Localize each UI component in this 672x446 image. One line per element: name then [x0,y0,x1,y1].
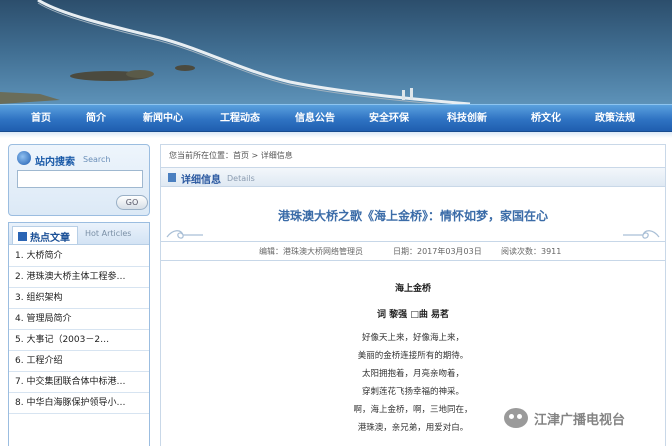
detail-header: 详细信息 Details [161,167,665,187]
breadcrumb-prefix: 您当前所在位置： [169,151,233,160]
hot-articles-header: 热点文章 Hot Articles [9,223,149,245]
nav-item-news[interactable]: 新闻中心 [143,105,183,132]
header-banner [0,0,672,104]
hot-article-item[interactable]: 8. 中华白海豚保护领导小… [9,393,149,414]
poem-title: 海上金桥 [394,284,431,294]
main-nav: 首页 简介 新闻中心 工程动态 信息公告 安全环保 科技创新 桥文化 政策法规 [0,104,672,132]
bridge-photo [0,0,672,104]
article-editor: 编辑：港珠澳大桥网络管理员 [259,247,363,256]
nav-item-intro[interactable]: 简介 [86,105,106,132]
poem-line: 穿刺莲花飞扬幸福的神采。 [361,387,464,397]
detail-title-en: Details [227,174,255,183]
nav-item-culture[interactable]: 桥文化 [531,105,561,132]
search-title-en: Search [83,155,111,164]
hot-article-item[interactable]: 4. 管理局简介 [9,309,149,330]
ornament-left-icon [166,230,203,239]
hot-article-item[interactable]: 1. 大桥简介 [9,246,149,267]
nav-item-announcements[interactable]: 信息公告 [295,105,335,132]
search-title: 站内搜索 [35,157,75,168]
breadcrumb-separator: > [251,151,259,160]
nav-shadow [0,132,672,138]
nav-item-safety[interactable]: 安全环保 [369,105,409,132]
search-panel: 站内搜索 Search GO [8,144,150,216]
hot-articles-title-en: Hot Articles [85,229,132,238]
ornament-right-icon [623,230,660,239]
hot-article-item[interactable]: 6. 工程介绍 [9,351,149,372]
detail-title: 详细信息 [181,175,221,186]
watermark-text: 江津广播电视台 [534,413,626,428]
article-title: 港珠澳大桥之歌《海上金桥》：情怀如梦，家国在心 [277,209,548,223]
article-date: 日期：2017年03月03日 [393,247,482,256]
breadcrumb: 您当前所在位置：首页 > 详细信息 [169,150,293,161]
article-meta: 编辑：港珠澳大桥网络管理员 日期：2017年03月03日 阅读次数：3911 [161,241,665,261]
hot-article-item[interactable]: 7. 中交集团联合体中标港… [9,372,149,393]
poem-author: 词 黎强 □曲 易茗 [377,310,449,320]
hot-articles-title: 热点文章 [30,233,70,244]
nav-item-home[interactable]: 首页 [31,105,51,132]
hot-article-item[interactable]: 3. 组织架构 [9,288,149,309]
nav-item-progress[interactable]: 工程动态 [220,105,260,132]
poem-line: 好像天上来，好像海上来， [361,333,464,343]
wechat-icon [504,408,528,428]
poem-line: 太阳拥抱着，月亮亲吻着， [361,369,464,379]
search-icon [17,151,31,165]
arrow-icon [168,173,176,182]
hot-article-item[interactable]: 5. 大事记（2003－2… [9,330,149,351]
nav-item-policy[interactable]: 政策法规 [595,105,635,132]
search-input[interactable] [17,170,143,188]
hot-article-item[interactable]: 2. 港珠澳大桥主体工程参… [9,267,149,288]
breadcrumb-current: 详细信息 [260,151,293,160]
article-panel: 您当前所在位置：首页 > 详细信息 详细信息 Details 港珠澳大桥之歌《海… [160,144,666,446]
poem-line: 美丽的金桥连接所有的期待。 [357,351,469,361]
nav-item-technology[interactable]: 科技创新 [447,105,487,132]
list-icon [18,232,27,241]
go-button[interactable]: GO [116,195,148,210]
hot-articles-panel: 热点文章 Hot Articles 1. 大桥简介 2. 港珠澳大桥主体工程参…… [8,222,150,446]
hot-articles-tab[interactable]: 热点文章 [12,226,78,244]
breadcrumb-home-link[interactable]: 首页 [233,151,249,160]
article-views: 阅读次数：3911 [501,247,562,256]
